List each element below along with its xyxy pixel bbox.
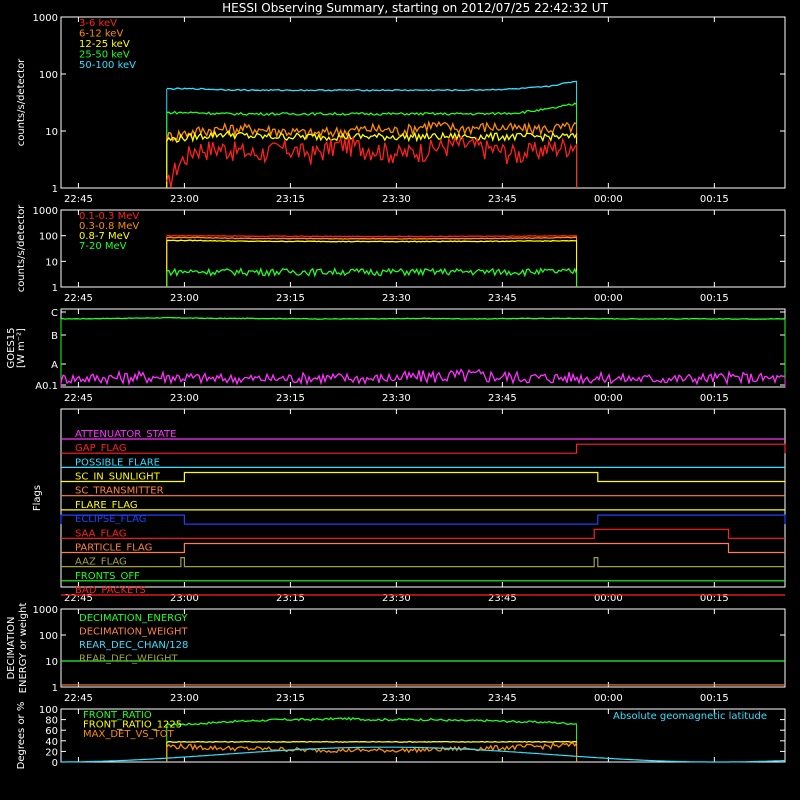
flag-label-sc-transmitter: SC_TRANSMITTER: [75, 486, 164, 497]
decimation-xtick-label: 22:45: [64, 693, 93, 704]
low_energy-xtick-label: 00:15: [700, 194, 729, 205]
goes-ytick-label: A: [51, 360, 58, 371]
ratios-ytick-label: 0: [52, 758, 58, 769]
goes-ytick-label: A0.1: [35, 381, 58, 392]
low_energy-xtick-label: 23:45: [488, 194, 517, 205]
decimation-legend-0: DECIMATION_ENERGY: [79, 613, 188, 624]
low_energy-ylabel: counts/s/detector: [16, 58, 27, 146]
flag-label-aaz-flag: AAZ_FLAG: [75, 557, 127, 568]
ratios-ylabel: Degrees or %: [16, 702, 27, 770]
low_energy-ytick-label: 10: [45, 127, 58, 138]
low_energy-ytick-label: 100: [39, 70, 58, 81]
goes-ytick-label: B: [51, 331, 58, 342]
goes-xtick-label: 23:30: [382, 393, 411, 404]
high_energy-ytick-label: 1: [52, 283, 58, 294]
high_energy-xtick-label: 00:00: [594, 293, 623, 304]
decimation-legend-1: DECIMATION_WEIGHT: [79, 627, 188, 638]
decimation-ytick-label: 10: [45, 657, 58, 668]
chart-title: HESSI Observing Summary, starting on 201…: [222, 1, 608, 15]
decimation-xtick-label: 00:00: [594, 693, 623, 704]
low_energy-xtick-label: 00:00: [594, 194, 623, 205]
flag-label-particle-flag: PARTICLE_FLAG: [75, 542, 152, 553]
decimation-ytick-label: 100: [39, 631, 58, 642]
decimation-ytick-label: 1: [52, 683, 58, 694]
low_energy-legend-0: 3-6 keV: [79, 18, 117, 29]
geomagnetic-latitude-annotation: Absolute geomagnetic latitude: [613, 711, 767, 722]
decimation-ylabel: DECIMATION: [6, 616, 17, 679]
high_energy-ytick-label: 1000: [33, 206, 58, 217]
high_energy-ylabel: counts/s/detector: [16, 204, 27, 292]
ratios-ytick-label: 20: [45, 747, 58, 758]
ratios-ytick-label: 100: [39, 705, 58, 716]
high_energy-xtick-label: 23:45: [488, 293, 517, 304]
flag-label-sc-in-sunlight: SC_IN_SUNLIGHT: [75, 472, 161, 483]
decimation-xtick-label: 23:45: [488, 693, 517, 704]
high_energy-xtick-label: 23:00: [170, 293, 199, 304]
ratios-series-line: [166, 740, 577, 743]
decimation-xtick-label: 23:00: [170, 693, 199, 704]
ratios-ytick-label: 60: [45, 726, 58, 737]
hessi-summary-chart: HESSI Observing Summary, starting on 201…: [0, 0, 800, 800]
low_energy-legend-3: 25-50 keV: [79, 50, 130, 61]
high_energy-ytick-label: 100: [39, 232, 58, 243]
low_energy-ytick-label: 1000: [33, 13, 58, 24]
decimation-ytick-label: 1000: [33, 605, 58, 616]
low_energy-legend-4: 50-100 keV: [79, 60, 136, 71]
decimation-xtick-label: 23:30: [382, 693, 411, 704]
low_energy-ytick-label: 1: [52, 184, 58, 195]
flag-label-fronts-off: FRONTS_OFF: [75, 571, 140, 582]
low_energy-xtick-label: 22:45: [64, 194, 93, 205]
ratios-legend-2: MAX_DET_VS_TOT: [83, 729, 175, 740]
flags-ylabel: Flags: [32, 485, 43, 511]
low_energy-xtick-label: 23:15: [276, 194, 305, 205]
high_energy-ytick-label: 10: [45, 257, 58, 268]
ratios-ytick-label: 40: [45, 737, 58, 748]
goes-xtick-label: 22:45: [64, 393, 93, 404]
decimation-xtick-label: 23:15: [276, 693, 305, 704]
goes-xtick-label: 00:15: [700, 393, 729, 404]
decimation-legend-2: REAR_DEC_CHAN/128: [79, 640, 188, 651]
goes-ylabel: [W m⁻²]: [16, 328, 27, 368]
decimation-legend-3: REAR_DEC_WEIGHT: [79, 654, 178, 665]
goes-xtick-label: 23:15: [276, 393, 305, 404]
goes-ytick-label: C: [51, 308, 58, 319]
goes-xtick-label: 23:45: [488, 393, 517, 404]
flag-label-flare-flag: FLARE_FLAG: [75, 500, 138, 511]
low_energy-xtick-label: 23:00: [170, 194, 199, 205]
low_energy-legend-1: 6-12 keV: [79, 29, 123, 40]
flag-label-attenuator-state: ATTENUATOR_STATE: [75, 429, 176, 440]
goes-xtick-label: 23:00: [170, 393, 199, 404]
low_energy-legend-2: 12-25 keV: [79, 39, 130, 50]
high_energy-xtick-label: 23:15: [276, 293, 305, 304]
flag-label-possible-flare: POSSIBLE_FLARE: [75, 457, 160, 468]
low_energy-xtick-label: 23:30: [382, 194, 411, 205]
high_energy-legend-3: 7-20 MeV: [79, 241, 127, 252]
high_energy-xtick-label: 23:30: [382, 293, 411, 304]
flag-label-gap-flag: GAP_FLAG: [75, 443, 127, 454]
decimation-ylabel: ENERGY or weight: [18, 603, 29, 694]
flag-label-bad-packets: BAD_PACKETS: [75, 585, 146, 596]
flag-label-saa-flag: SAA_FLAG: [75, 528, 126, 539]
flag-label-eclipse-flag: ECLIPSE_FLAG: [75, 514, 146, 525]
ratios-ytick-label: 80: [45, 716, 58, 727]
high_energy-xtick-label: 22:45: [64, 293, 93, 304]
goes-xtick-label: 00:00: [594, 393, 623, 404]
high_energy-xtick-label: 00:15: [700, 293, 729, 304]
decimation-xtick-label: 00:15: [700, 693, 729, 704]
